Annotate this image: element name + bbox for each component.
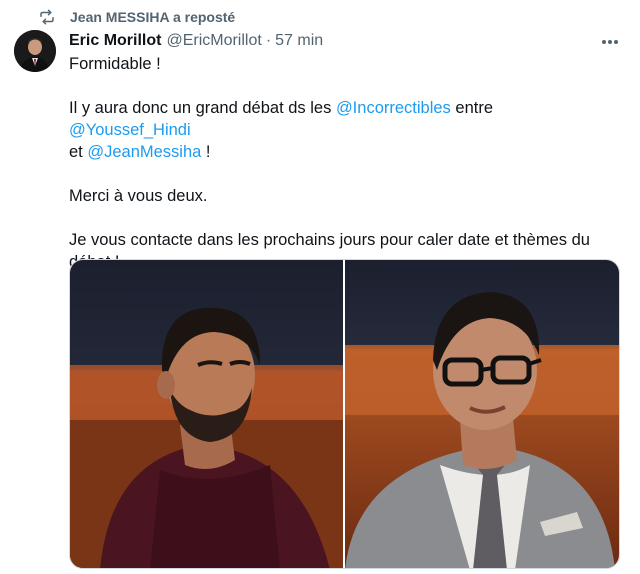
author-name[interactable]: Eric Morillot — [69, 30, 161, 52]
mention-jean-messiha[interactable]: @JeanMessiha — [87, 143, 201, 161]
mention-youssef-hindi[interactable]: @Youssef_Hindi — [69, 121, 191, 139]
text-line: Formidable ! — [69, 55, 161, 73]
avatar[interactable] — [14, 30, 56, 72]
repost-icon — [40, 9, 54, 25]
tweet-media — [69, 259, 620, 569]
more-options-icon[interactable] — [600, 32, 620, 52]
media-photo-left[interactable] — [70, 260, 343, 568]
mention-incorrectibles[interactable]: @Incorrectibles — [336, 99, 451, 117]
author-handle[interactable]: @EricMorillot — [166, 30, 261, 52]
tweet-time[interactable]: 57 min — [275, 30, 323, 52]
repost-indicator[interactable]: Jean MESSIHA a reposté — [38, 7, 235, 27]
separator-dot: · — [265, 32, 272, 49]
text-line: et @JeanMessiha ! — [69, 143, 211, 161]
text-line: Je vous contacte dans les prochains jour… — [69, 231, 590, 249]
repost-label: Jean MESSIHA a reposté — [70, 9, 236, 25]
tweet-header: Eric Morillot @EricMorillot · 57 min — [69, 30, 323, 52]
text-line: Merci à vous deux. — [69, 187, 208, 205]
text-line: Il y aura donc un grand débat ds les @In… — [69, 99, 494, 139]
tweet-text: Formidable ! Il y aura donc un grand déb… — [69, 53, 619, 273]
media-photo-right[interactable] — [345, 260, 619, 568]
